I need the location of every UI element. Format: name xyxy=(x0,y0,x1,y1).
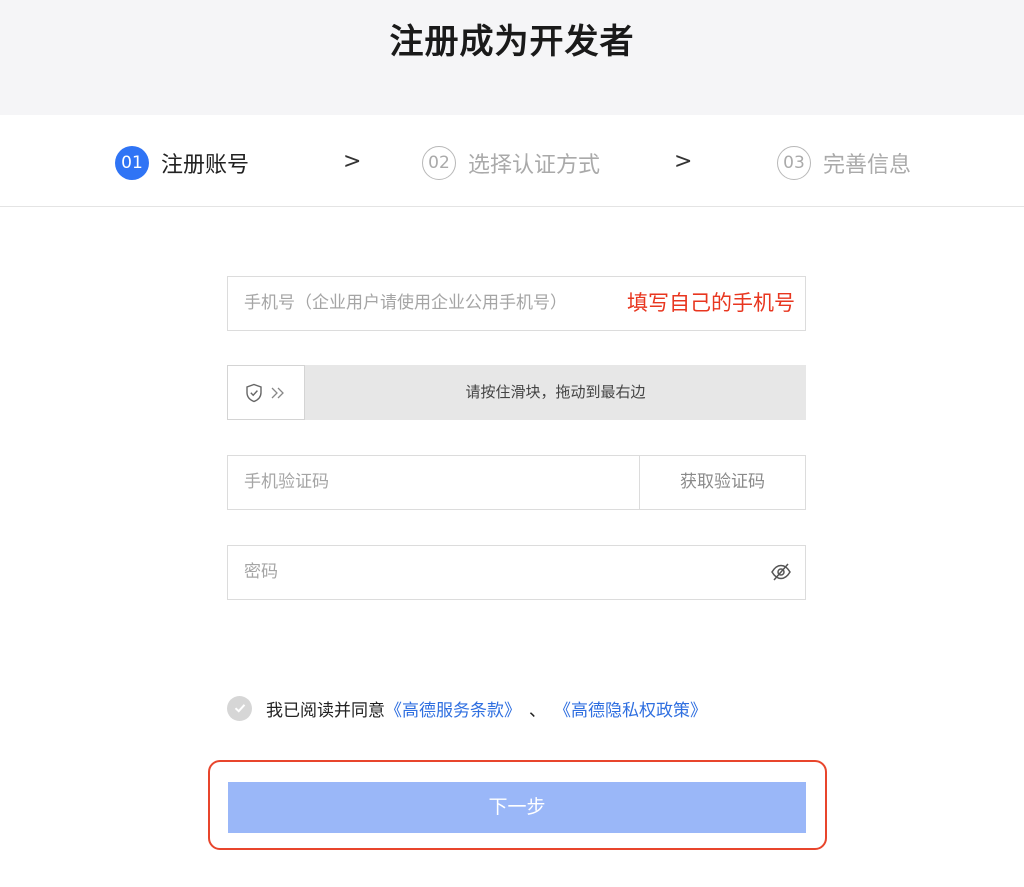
shield-check-icon xyxy=(246,383,262,402)
next-step-button[interactable]: 下一步 xyxy=(228,782,806,833)
agreement-text: 我已阅读并同意 xyxy=(266,700,385,721)
step-indicator: 01 注册账号 > 02 选择认证方式 > 03 完善信息 xyxy=(0,115,1024,207)
slider-instruction: 请按住滑块，拖动到最右边 xyxy=(465,383,646,401)
phone-placeholder: 手机号（企业用户请使用企业公用手机号） xyxy=(244,293,567,313)
get-code-button[interactable]: 获取验证码 xyxy=(639,456,805,509)
password-input[interactable]: 密码 xyxy=(227,545,806,600)
step-number-badge: 01 xyxy=(115,146,149,180)
sms-code-input[interactable]: 手机验证码 xyxy=(244,456,329,509)
step-number-badge: 02 xyxy=(422,146,456,180)
page-title: 注册成为开发者 xyxy=(389,22,635,62)
step-separator: > xyxy=(343,149,362,174)
step-choose-verification: 02 选择认证方式 xyxy=(422,145,600,181)
slider-handle[interactable] xyxy=(227,365,305,420)
header-bar: 注册成为开发者 xyxy=(0,0,1024,115)
agree-checkbox-icon[interactable] xyxy=(227,695,252,721)
agreement-row: 我已阅读并同意 《高德服务条款》 、 《高德隐私权政策》 xyxy=(227,695,707,721)
step-register-account: 01 注册账号 xyxy=(115,145,249,181)
password-placeholder: 密码 xyxy=(244,562,278,582)
privacy-policy-link[interactable]: 《高德隐私权政策》 xyxy=(554,696,707,721)
agreement-separator: 、 xyxy=(529,700,546,721)
step-complete-info: 03 完善信息 xyxy=(777,145,911,181)
sms-code-field: 手机验证码 获取验证码 xyxy=(227,455,806,510)
step-label: 完善信息 xyxy=(823,153,912,178)
phone-annotation: 填写自己的手机号 xyxy=(627,291,795,315)
step-label: 注册账号 xyxy=(161,153,250,178)
phone-input[interactable]: 手机号（企业用户请使用企业公用手机号） 填写自己的手机号 xyxy=(227,276,806,331)
step-separator: > xyxy=(674,149,693,174)
eye-hidden-icon[interactable] xyxy=(770,561,792,583)
slider-captcha: 请按住滑块，拖动到最右边 xyxy=(227,365,806,420)
terms-of-service-link[interactable]: 《高德服务条款》 xyxy=(385,696,521,721)
step-label: 选择认证方式 xyxy=(468,153,601,178)
step-number-badge: 03 xyxy=(777,146,811,180)
double-chevron-right-icon xyxy=(271,387,284,398)
